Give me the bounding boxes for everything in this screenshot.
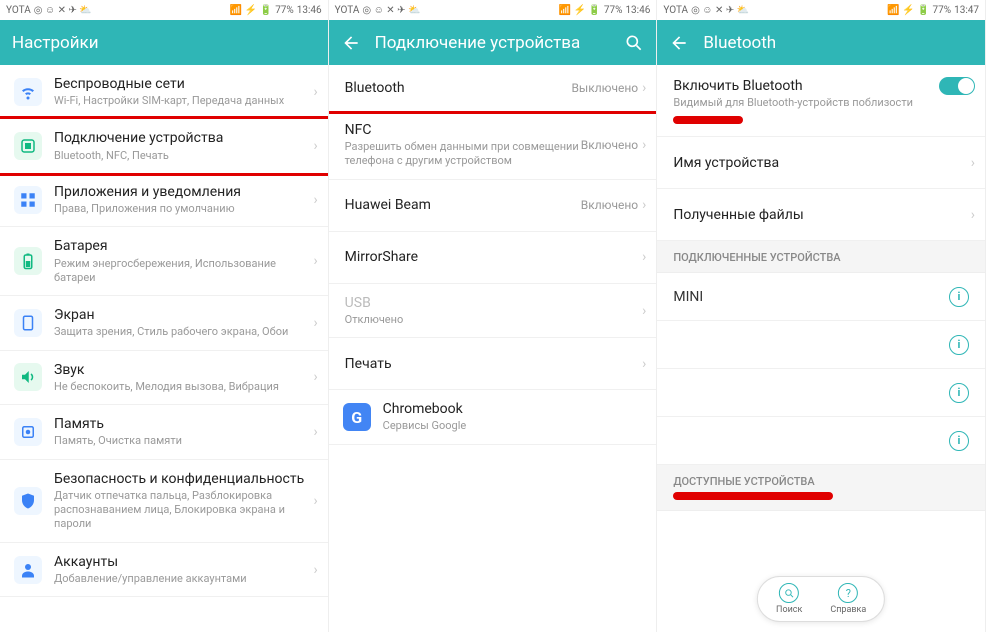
row-sound[interactable]: Звук Не беспокоить, Мелодия вызова, Вибр… xyxy=(0,351,328,405)
chevron-right-icon: › xyxy=(313,369,317,385)
fab-help[interactable]: ? Справка xyxy=(830,583,866,615)
row-device-name[interactable]: Имя устройства › xyxy=(657,137,985,189)
row-received-files[interactable]: Полученные файлы › xyxy=(657,189,985,241)
chevron-right-icon: › xyxy=(313,493,317,509)
sound-icon xyxy=(14,363,42,391)
memory-icon xyxy=(14,418,42,446)
status-bar: YOTA ◎ ☺ ✕ ✈ ⛅ 📶 ⚡ 🔋 77% 13:46 xyxy=(0,0,328,20)
chevron-right-icon: › xyxy=(313,192,317,208)
section-paired: ПОДКЛЮЧЕННЫЕ УСТРОЙСТВА xyxy=(657,241,985,273)
settings-list: Беспроводные сети Wi-Fi, Настройки SIM-к… xyxy=(0,65,328,632)
shield-icon xyxy=(14,487,42,515)
wifi-icon xyxy=(14,78,42,106)
battery-icon xyxy=(14,247,42,275)
page-title: Bluetooth xyxy=(703,33,973,53)
settings-main-panel: YOTA ◎ ☺ ✕ ✈ ⛅ 📶 ⚡ 🔋 77% 13:46 Настройки… xyxy=(0,0,329,632)
page-title: Подключение устройства xyxy=(375,33,611,53)
back-icon[interactable] xyxy=(341,33,361,53)
header: Bluetooth xyxy=(657,20,985,65)
account-icon xyxy=(14,556,42,584)
bluetooth-panel: YOTA ◎ ☺ ✕ ✈ ⛅ 📶 ⚡ 🔋 77% 13:47 Bluetooth… xyxy=(657,0,986,632)
search-icon xyxy=(779,583,799,603)
fab-toolbar: Поиск ? Справка xyxy=(757,576,885,622)
header: Подключение устройства xyxy=(329,20,657,65)
paired-device[interactable]: i xyxy=(657,321,985,369)
connection-list: Bluetooth Выключено › NFC Разрешить обме… xyxy=(329,65,657,632)
chevron-right-icon: › xyxy=(642,249,646,265)
row-apps[interactable]: Приложения и уведомления Права, Приложен… xyxy=(0,173,328,227)
chevron-right-icon: › xyxy=(313,138,317,154)
row-accounts[interactable]: Аккаунты Добавление/управление аккаунтам… xyxy=(0,543,328,597)
info-icon[interactable]: i xyxy=(949,335,969,355)
apps-icon xyxy=(14,186,42,214)
google-icon: G xyxy=(343,403,371,431)
row-display[interactable]: Экран Защита зрения, Стиль рабочего экра… xyxy=(0,296,328,350)
status-bar: YOTA ◎ ☺ ✕ ✈ ⛅ 📶 ⚡ 🔋 77% 13:46 xyxy=(329,0,657,20)
row-print[interactable]: Печать › xyxy=(329,338,657,390)
info-icon[interactable]: i xyxy=(949,431,969,451)
display-icon xyxy=(14,309,42,337)
section-available: ДОСТУПНЫЕ УСТРОЙСТВА xyxy=(657,465,985,511)
device-connection-panel: YOTA ◎ ☺ ✕ ✈ ⛅ 📶 ⚡ 🔋 77% 13:46 Подключен… xyxy=(329,0,658,632)
chevron-right-icon: › xyxy=(642,197,646,213)
row-usb: USB Отключено › xyxy=(329,284,657,338)
highlight-bar xyxy=(673,492,833,500)
info-icon[interactable]: i xyxy=(949,287,969,307)
paired-device[interactable]: i xyxy=(657,417,985,465)
bluetooth-toggle[interactable] xyxy=(939,77,975,95)
chevron-right-icon: › xyxy=(313,253,317,269)
row-huawei-beam[interactable]: Huawei Beam Включено › xyxy=(329,180,657,232)
search-icon[interactable] xyxy=(624,33,644,53)
status-bar: YOTA ◎ ☺ ✕ ✈ ⛅ 📶 ⚡ 🔋 77% 13:47 xyxy=(657,0,985,20)
help-icon: ? xyxy=(838,583,858,603)
row-security[interactable]: Безопасность и конфиденциальность Датчик… xyxy=(0,460,328,543)
bluetooth-content: Включить Bluetooth Видимый для Bluetooth… xyxy=(657,65,985,632)
chevron-right-icon: › xyxy=(313,315,317,331)
device-icon xyxy=(14,132,42,160)
row-device-connection[interactable]: Подключение устройства Bluetooth, NFC, П… xyxy=(0,116,328,175)
row-wireless[interactable]: Беспроводные сети Wi-Fi, Настройки SIM-к… xyxy=(0,65,328,119)
chevron-right-icon: › xyxy=(971,207,975,223)
paired-device[interactable]: i xyxy=(657,369,985,417)
header: Настройки xyxy=(0,20,328,65)
chevron-right-icon: › xyxy=(642,137,646,153)
highlight-bar xyxy=(673,116,743,124)
info-icon[interactable]: i xyxy=(949,383,969,403)
row-memory[interactable]: Память Память, Очистка памяти › xyxy=(0,405,328,459)
row-bluetooth[interactable]: Bluetooth Выключено › xyxy=(329,65,657,114)
row-enable-bluetooth: Включить Bluetooth Видимый для Bluetooth… xyxy=(657,65,985,137)
row-battery[interactable]: Батарея Режим энергосбережения, Использо… xyxy=(0,227,328,296)
chevron-right-icon: › xyxy=(313,424,317,440)
row-mirrorshare[interactable]: MirrorShare › xyxy=(329,232,657,284)
page-title: Настройки xyxy=(12,33,316,53)
fab-search[interactable]: Поиск xyxy=(776,583,802,615)
chevron-right-icon: › xyxy=(313,84,317,100)
row-nfc[interactable]: NFC Разрешить обмен данными при совмещен… xyxy=(329,111,657,180)
chevron-right-icon: › xyxy=(971,155,975,171)
back-icon[interactable] xyxy=(669,33,689,53)
chevron-right-icon: › xyxy=(642,303,646,319)
chevron-right-icon: › xyxy=(642,356,646,372)
paired-device[interactable]: MINI i xyxy=(657,273,985,321)
chevron-right-icon: › xyxy=(642,80,646,96)
row-chromebook[interactable]: G Chromebook Сервисы Google xyxy=(329,390,657,444)
chevron-right-icon: › xyxy=(313,562,317,578)
